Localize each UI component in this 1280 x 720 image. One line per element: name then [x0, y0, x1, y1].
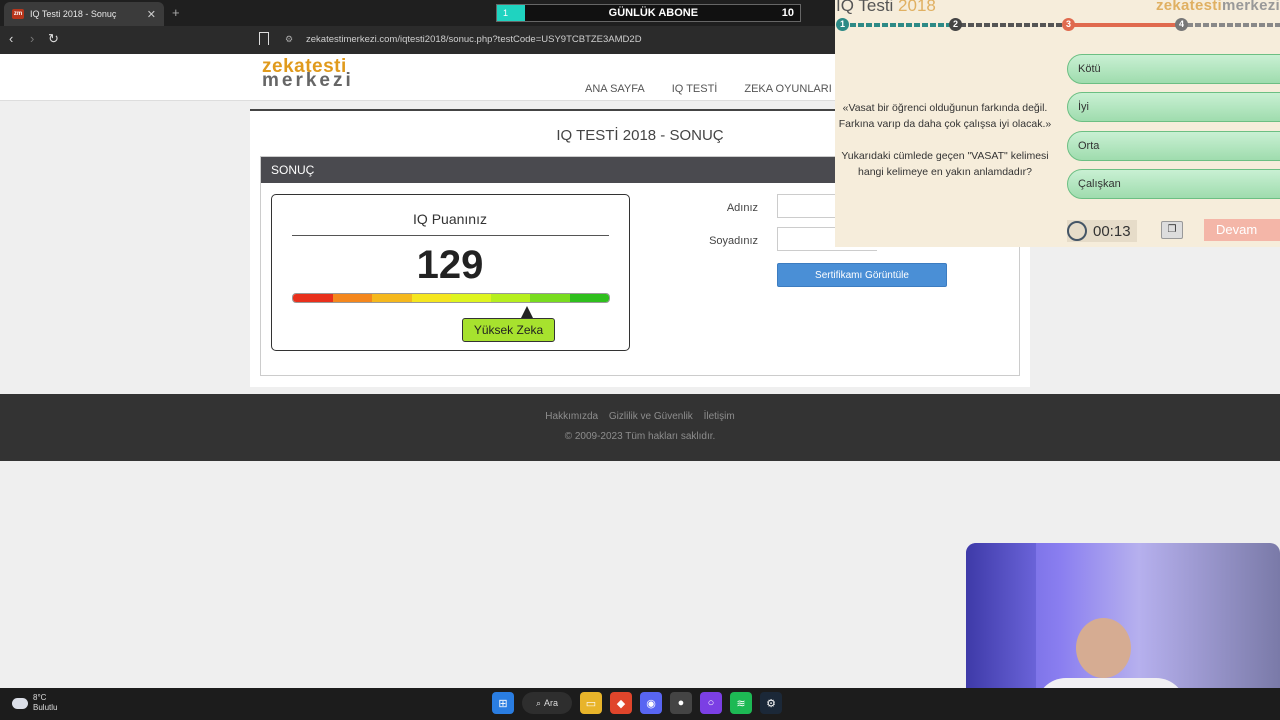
- taskbar-search[interactable]: ⌕ Ara: [522, 692, 572, 714]
- scale-marker-icon: [521, 306, 534, 318]
- windows-taskbar: 8°C Bulutlu ⊞ ⌕ Ara ▭ ◆ ◉ ● ○ ≋ ⚙: [0, 688, 1280, 720]
- weather-widget[interactable]: 8°C Bulutlu: [12, 693, 57, 713]
- restore-window-icon[interactable]: ❐: [1161, 221, 1183, 239]
- reload-icon[interactable]: ↻: [48, 32, 59, 46]
- answer-option-4[interactable]: Çalışkan: [1067, 169, 1280, 199]
- timer-value: 00:13: [1093, 222, 1131, 240]
- search-label: Ara: [544, 698, 559, 708]
- step-2: 2: [949, 18, 962, 31]
- divider: [292, 235, 609, 236]
- iq-score-card: IQ Puanınız 129 Yüksek Zeka: [271, 194, 630, 351]
- quiz-progress: 1 2 3 4: [835, 18, 1280, 32]
- progress-segment-4: [1187, 23, 1280, 27]
- progress-segment-done: [842, 23, 956, 27]
- question-quote: «Vasat bir öğrenci olduğunun farkında de…: [835, 100, 1055, 132]
- subscriber-goal-widget: 1 GÜNLÜK ABONE 10: [496, 4, 801, 22]
- footer-link-privacy[interactable]: Gizlilik ve Güvenlik: [609, 411, 693, 422]
- tab-title: IQ Testi 2018 - Sonuç: [30, 9, 117, 19]
- nav-home[interactable]: ANA SAYFA: [585, 83, 645, 95]
- scale-segment-6: [490, 294, 530, 302]
- subscriber-progress-fill: 1: [497, 5, 525, 21]
- quiz-brand-a: zekatesti: [1155, 0, 1223, 14]
- cloud-icon: [12, 697, 28, 709]
- brave-browser-icon[interactable]: ◆: [610, 692, 632, 714]
- scale-segment-8: [569, 294, 609, 302]
- quiz-brand-b: merkezi: [1222, 0, 1280, 14]
- step-4: 4: [1175, 18, 1188, 31]
- nav-games[interactable]: ZEKA OYUNLARI: [744, 83, 831, 95]
- next-button[interactable]: Devam: [1204, 219, 1280, 241]
- progress-segment-2: [960, 23, 1070, 27]
- scale-segment-7: [530, 294, 570, 302]
- iq-label: IQ Puanınız: [413, 211, 487, 227]
- file-explorer-icon[interactable]: ▭: [580, 692, 602, 714]
- webcam-person-head: [1076, 618, 1131, 678]
- spotify-icon[interactable]: ≋: [730, 692, 752, 714]
- answer-option-1[interactable]: Kötü: [1067, 54, 1280, 84]
- weather-desc: Bulutlu: [33, 703, 58, 712]
- search-icon: ⌕: [535, 697, 542, 708]
- weather-temp: 8°C: [33, 693, 47, 702]
- subscriber-goal-count: 10: [781, 7, 794, 19]
- question-quote-line-2: Farkına varıp da daha çok çalışsa iyi ol…: [838, 118, 1052, 130]
- main-nav: ANA SAYFA IQ TESTİ ZEKA OYUNLARI: [585, 83, 832, 95]
- obs-icon[interactable]: ○: [700, 692, 722, 714]
- steam-icon[interactable]: ⚙: [760, 692, 782, 714]
- scale-segment-3: [372, 294, 412, 302]
- answer-option-3[interactable]: Orta: [1067, 131, 1280, 161]
- back-icon[interactable]: ‹: [9, 32, 13, 46]
- nav-iq-test[interactable]: IQ TESTİ: [672, 83, 718, 95]
- logo-bottom-text: merkezi: [262, 70, 354, 91]
- first-name-label: Adınız: [726, 202, 758, 214]
- site-info-icon[interactable]: ⚙: [285, 34, 293, 45]
- subscriber-goal-label: GÜNLÜK ABONE: [608, 7, 699, 19]
- step-3: 3: [1062, 18, 1075, 31]
- step-1: 1: [836, 18, 849, 31]
- site-footer: Hakkımızda Gizlilik ve Güvenlik İletişim…: [0, 394, 1280, 461]
- footer-links: Hakkımızda Gizlilik ve Güvenlik İletişim: [0, 411, 1280, 422]
- iq-scale-bar: [292, 293, 610, 303]
- windows-start-icon[interactable]: ⊞: [492, 692, 514, 714]
- scale-segment-1: [293, 294, 333, 302]
- scale-segment-2: [332, 294, 372, 302]
- stopwatch-icon: [1067, 221, 1087, 241]
- footer-link-contact[interactable]: İletişim: [704, 411, 735, 422]
- last-name-label: Soyadınız: [709, 235, 758, 247]
- github-icon[interactable]: ●: [670, 692, 692, 714]
- quiz-title-text: IQ Testi: [836, 0, 899, 15]
- answer-option-2[interactable]: İyi: [1067, 92, 1280, 122]
- quiz-timer: 00:13: [1067, 220, 1137, 242]
- quiz-title: IQ Testi 2018: [836, 0, 936, 16]
- url-field[interactable]: zekatestimerkezi.com/iqtesti2018/sonuc.p…: [306, 34, 642, 45]
- progress-segment-current: [1073, 23, 1183, 27]
- new-tab-icon[interactable]: +: [172, 5, 180, 20]
- browser-tab[interactable]: zm IQ Testi 2018 - Sonuç ✕: [4, 2, 164, 26]
- forward-icon[interactable]: ›: [30, 32, 34, 46]
- copyright: © 2009-2023 Tüm hakları saklıdır.: [564, 431, 716, 442]
- question-prompt: Yukarıdaki cümlede geçen "VASAT" kelimes…: [835, 148, 1055, 180]
- footer-link-about[interactable]: Hakkımızda: [545, 411, 598, 422]
- taskbar-apps: ⊞ ⌕ Ara ▭ ◆ ◉ ● ○ ≋ ⚙: [492, 692, 782, 714]
- tab-close-icon[interactable]: ✕: [147, 8, 156, 21]
- question-prompt-line-2: hangi kelimeye en yakın anlamdadır?: [858, 166, 1032, 178]
- level-badge: Yüksek Zeka: [462, 318, 555, 342]
- question-prompt-line-1: Yukarıdaki cümlede geçen "VASAT" kelimes…: [841, 150, 1049, 162]
- scale-segment-5: [451, 294, 491, 302]
- quiz-overlay-panel: IQ Testi 2018 zekatestimerkezi 1 2 3 4 «…: [835, 0, 1280, 247]
- site-favicon-icon: zm: [12, 9, 24, 19]
- bookmark-icon[interactable]: [259, 32, 269, 45]
- discord-icon[interactable]: ◉: [640, 692, 662, 714]
- quiz-title-year: 2018: [898, 0, 936, 15]
- iq-score: 129: [416, 243, 484, 287]
- quiz-brand: zekatestimerkezi: [1156, 0, 1280, 14]
- question-quote-line-1: «Vasat bir öğrenci olduğunun farkında de…: [842, 102, 1048, 114]
- site-logo[interactable]: zekatesti merkezi: [262, 57, 354, 91]
- scale-segment-4: [411, 294, 451, 302]
- view-certificate-button[interactable]: Sertifikamı Görüntüle: [777, 263, 947, 287]
